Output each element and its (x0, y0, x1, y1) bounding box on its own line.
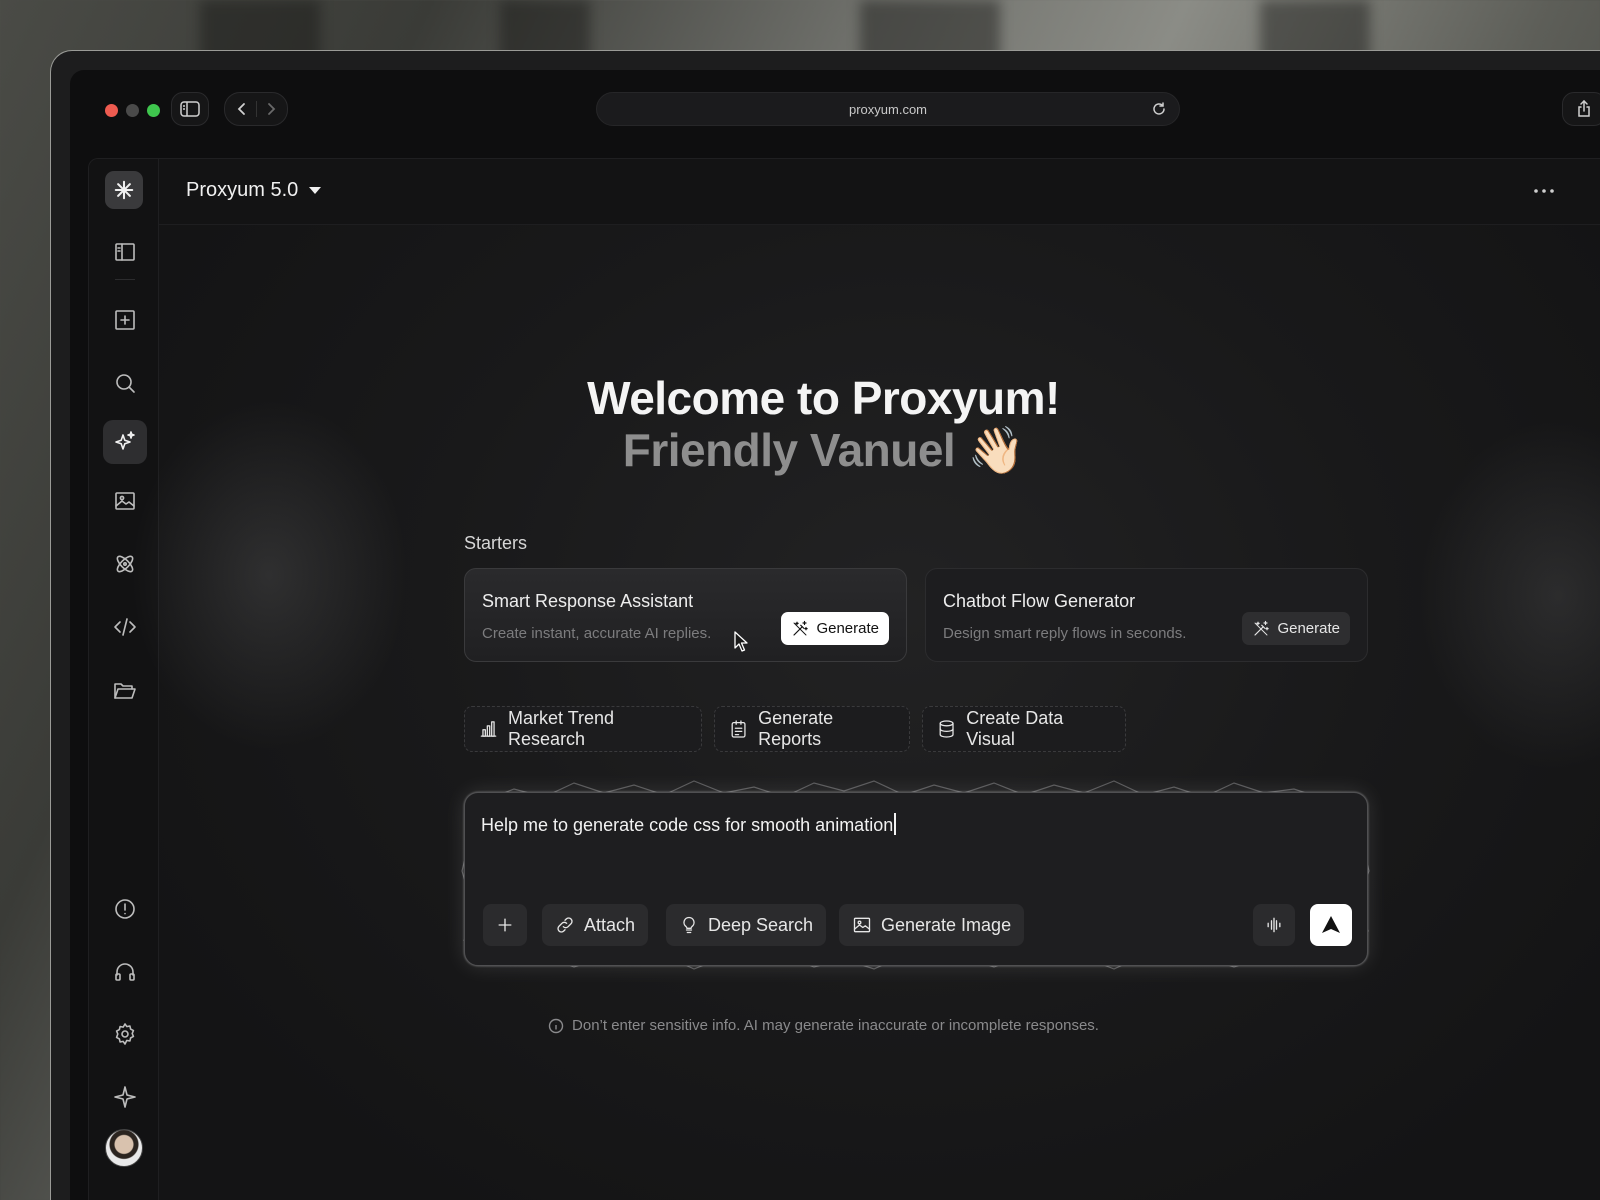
starter-card-title: Smart Response Assistant (482, 591, 694, 611)
minimize-window-button[interactable] (126, 104, 139, 117)
magic-wand-icon (793, 620, 809, 636)
avatar[interactable] (105, 1129, 143, 1167)
welcome-title: Welcome to Proxyum! (587, 372, 1060, 424)
attach-label: Attach (584, 914, 636, 935)
app-frame: Proxyum 5.0 Welcome to Proxyum! Friendly… (88, 158, 1600, 1200)
alert-circle-icon (115, 899, 135, 919)
sidebar-icon (180, 101, 200, 117)
reload-icon[interactable] (1152, 102, 1166, 116)
generate-image-label: Generate Image (881, 914, 1012, 935)
model-selector[interactable]: Proxyum 5.0 (186, 179, 322, 202)
url-text: proxyum.com (848, 101, 928, 117)
sidebar-item-panel-toggle[interactable] (103, 230, 147, 274)
send-arrow-icon (1322, 916, 1340, 933)
zoom-window-button[interactable] (147, 104, 160, 117)
sidebar-item-new-chat[interactable] (103, 298, 147, 342)
share-button[interactable] (1562, 92, 1600, 126)
chip-create-data-visual[interactable]: Create Data Visual (922, 706, 1126, 752)
image-icon (853, 917, 871, 933)
model-name: Proxyum 5.0 (186, 179, 299, 201)
attach-button[interactable]: Attach (542, 904, 649, 946)
deep-search-label: Deep Search (708, 914, 814, 935)
caret-down-icon (309, 187, 322, 194)
sidebar-divider (115, 279, 135, 280)
plus-icon (498, 918, 512, 932)
starter-card-title: Chatbot Flow Generator (943, 591, 1136, 611)
more-options-button[interactable] (1533, 177, 1555, 200)
back-icon[interactable] (236, 102, 248, 116)
prompt-text: Help me to generate code css for smooth … (481, 815, 894, 835)
starter-card-desc: Design smart reply flows in seconds. (943, 625, 1187, 642)
sidebar-item-upgrade[interactable] (103, 1075, 147, 1119)
disclaimer: Don’t enter sensitive info. AI may gener… (89, 1017, 1568, 1034)
starter-card-chatbot-flow[interactable]: Chatbot Flow Generator Design smart repl… (925, 568, 1368, 662)
voice-input-button[interactable] (1253, 904, 1295, 946)
main-content: Welcome to Proxyum! Friendly Vanuel 👋🏻 S… (119, 225, 1600, 1200)
lightbulb-icon (683, 916, 695, 934)
generate-button[interactable]: Generate (781, 612, 889, 645)
database-icon (939, 720, 954, 738)
disclaimer-text: Don’t enter sensitive info. AI may gener… (572, 1017, 1099, 1034)
sidebar-icon (115, 243, 135, 261)
welcome-subtitle: Friendly Vanuel 👋🏻 (622, 424, 1025, 476)
ellipsis-icon (1534, 189, 1554, 193)
chip-market-trend-research[interactable]: Market Trend Research (464, 706, 702, 752)
add-button[interactable] (483, 904, 527, 946)
star-icon (114, 1086, 136, 1108)
address-bar[interactable]: proxyum.com (596, 92, 1180, 126)
top-bar: Proxyum 5.0 (159, 159, 1600, 225)
sidebar-item-support[interactable] (103, 950, 147, 994)
starter-card-smart-response[interactable]: Smart Response Assistant Create instant,… (464, 568, 907, 662)
magic-wand-icon (1254, 620, 1270, 636)
sidebar-item-alerts[interactable] (103, 887, 147, 931)
app-logo[interactable] (105, 171, 143, 209)
plus-square-icon (115, 310, 135, 330)
headphones-icon (115, 963, 135, 981)
chip-generate-reports[interactable]: Generate Reports (714, 706, 910, 752)
link-icon (557, 917, 573, 933)
mouse-cursor (734, 631, 748, 652)
share-icon (1578, 100, 1590, 117)
sidebar-toggle-button[interactable] (171, 92, 209, 126)
generate-button-label: Generate (816, 620, 879, 637)
deep-search-button[interactable]: Deep Search (666, 904, 827, 946)
forward-icon[interactable] (265, 102, 277, 116)
starter-card-desc: Create instant, accurate AI replies. (482, 625, 712, 642)
generate-button-label: Generate (1277, 620, 1340, 637)
send-button[interactable] (1310, 904, 1352, 946)
waveform-icon (1267, 917, 1281, 933)
generate-button[interactable]: Generate (1242, 612, 1350, 645)
clipboard-icon (731, 720, 746, 738)
close-window-button[interactable] (105, 104, 118, 117)
prompt-input[interactable]: Help me to generate code css for smooth … (481, 813, 897, 836)
bar-chart-icon (480, 721, 497, 737)
history-nav (224, 92, 288, 126)
browser-window: proxyum.com Proxyum 5.0 Welcome to Proxy… (70, 70, 1600, 1200)
generate-image-button[interactable]: Generate Image (839, 904, 1025, 946)
chip-label: Market Trend Research (508, 708, 615, 749)
info-icon (548, 1018, 564, 1033)
chip-label: Create Data Visual (966, 708, 1064, 749)
starters-heading: Starters (464, 533, 528, 553)
logo-icon (114, 180, 134, 200)
prompt-composer: Help me to generate code css for smooth … (464, 792, 1368, 966)
chip-label: Generate Reports (758, 708, 834, 749)
